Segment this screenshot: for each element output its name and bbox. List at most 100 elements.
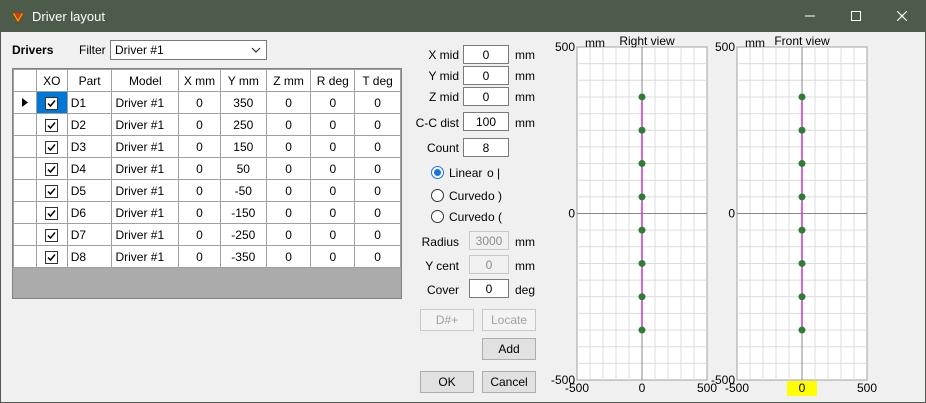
maximize-button[interactable]: [833, 1, 879, 32]
xo-checkbox[interactable]: [45, 96, 59, 110]
filter-dropdown[interactable]: Driver #1: [110, 40, 267, 60]
minimize-button[interactable]: [787, 1, 833, 32]
t-deg-cell[interactable]: 0: [354, 201, 401, 224]
column-header-model[interactable]: Model: [111, 69, 180, 92]
xo-checkbox[interactable]: [45, 184, 59, 198]
x-mm-cell[interactable]: 0: [178, 201, 221, 224]
xo-cell[interactable]: [35, 135, 68, 158]
xo-cell[interactable]: [35, 201, 68, 224]
column-header-x[interactable]: X mm: [178, 69, 221, 92]
z-mm-cell[interactable]: 0: [265, 179, 312, 202]
y-mm-cell[interactable]: 50: [219, 157, 267, 180]
table-row[interactable]: D6 Driver #1 0 -150 0 0 0: [13, 201, 401, 224]
xo-cell[interactable]: [35, 91, 68, 114]
x-mm-cell[interactable]: 0: [178, 157, 221, 180]
row-header[interactable]: [13, 245, 37, 268]
z-mm-cell[interactable]: 0: [265, 91, 312, 114]
r-deg-cell[interactable]: 0: [310, 201, 356, 224]
column-header-r[interactable]: R deg: [310, 69, 356, 92]
t-deg-cell[interactable]: 0: [354, 179, 401, 202]
row-header[interactable]: [13, 223, 37, 246]
row-header[interactable]: [13, 113, 37, 136]
xo-cell[interactable]: [35, 157, 68, 180]
xo-checkbox[interactable]: [45, 228, 59, 242]
y-mm-cell[interactable]: 150: [219, 135, 267, 158]
xo-cell[interactable]: [35, 113, 68, 136]
part-cell[interactable]: D4: [66, 157, 113, 180]
table-row[interactable]: D2 Driver #1 0 250 0 0 0: [13, 113, 401, 136]
close-button[interactable]: [879, 1, 925, 32]
x-mm-cell[interactable]: 0: [178, 91, 221, 114]
column-header-z[interactable]: Z mm: [265, 69, 312, 92]
table-row[interactable]: D4 Driver #1 0 50 0 0 0: [13, 157, 401, 180]
table-row[interactable]: D7 Driver #1 0 -250 0 0 0: [13, 223, 401, 246]
r-deg-cell[interactable]: 0: [310, 135, 356, 158]
cover-input[interactable]: 0: [469, 279, 509, 298]
x-mm-cell[interactable]: 0: [178, 179, 221, 202]
row-header[interactable]: [13, 91, 37, 114]
model-cell[interactable]: Driver #1: [111, 157, 180, 180]
radius-input[interactable]: 3000: [469, 231, 509, 250]
curved-convex-radio[interactable]: [431, 189, 444, 202]
part-cell[interactable]: D8: [66, 245, 113, 268]
row-header[interactable]: [13, 157, 37, 180]
z-mm-cell[interactable]: 0: [265, 245, 312, 268]
row-header[interactable]: [13, 201, 37, 224]
xo-checkbox[interactable]: [45, 206, 59, 220]
r-deg-cell[interactable]: 0: [310, 179, 356, 202]
r-deg-cell[interactable]: 0: [310, 223, 356, 246]
cancel-button[interactable]: Cancel: [482, 371, 536, 393]
x-mid-input[interactable]: 0: [463, 45, 509, 64]
part-cell[interactable]: D7: [66, 223, 113, 246]
table-row[interactable]: D8 Driver #1 0 -350 0 0 0: [13, 245, 401, 268]
model-cell[interactable]: Driver #1: [111, 223, 180, 246]
y-mm-cell[interactable]: 350: [219, 91, 267, 114]
y-mm-cell[interactable]: -150: [219, 201, 267, 224]
r-deg-cell[interactable]: 0: [310, 113, 356, 136]
z-mm-cell[interactable]: 0: [265, 223, 312, 246]
z-mm-cell[interactable]: 0: [265, 113, 312, 136]
xo-checkbox[interactable]: [45, 250, 59, 264]
column-header-part[interactable]: Part: [66, 69, 113, 92]
part-cell[interactable]: D5: [66, 179, 113, 202]
xo-cell[interactable]: [35, 245, 68, 268]
xo-cell[interactable]: [35, 179, 68, 202]
t-deg-cell[interactable]: 0: [354, 113, 401, 136]
xo-checkbox[interactable]: [45, 162, 59, 176]
locate-button[interactable]: Locate: [482, 309, 536, 331]
column-header-t[interactable]: T deg: [354, 69, 401, 92]
table-row[interactable]: D5 Driver #1 0 -50 0 0 0: [13, 179, 401, 202]
y-cent-input[interactable]: 0: [469, 255, 509, 274]
y-mid-input[interactable]: 0: [463, 66, 509, 85]
table-row[interactable]: D3 Driver #1 0 150 0 0 0: [13, 135, 401, 158]
x-mm-cell[interactable]: 0: [178, 245, 221, 268]
column-header-xo[interactable]: XO: [35, 69, 68, 92]
y-mm-cell[interactable]: 250: [219, 113, 267, 136]
t-deg-cell[interactable]: 0: [354, 223, 401, 246]
t-deg-cell[interactable]: 0: [354, 157, 401, 180]
xo-checkbox[interactable]: [45, 118, 59, 132]
z-mid-input[interactable]: 0: [463, 87, 509, 106]
linear-radio[interactable]: [431, 166, 444, 179]
model-cell[interactable]: Driver #1: [111, 179, 180, 202]
x-mm-cell[interactable]: 0: [178, 135, 221, 158]
part-cell[interactable]: D2: [66, 113, 113, 136]
driver-plus-button[interactable]: D#+: [420, 309, 474, 331]
r-deg-cell[interactable]: 0: [310, 157, 356, 180]
part-cell[interactable]: D1: [66, 91, 113, 114]
row-header[interactable]: [13, 135, 37, 158]
count-input[interactable]: 8: [463, 138, 509, 157]
z-mm-cell[interactable]: 0: [265, 135, 312, 158]
model-cell[interactable]: Driver #1: [111, 245, 180, 268]
x-mm-cell[interactable]: 0: [178, 113, 221, 136]
xo-cell[interactable]: [35, 223, 68, 246]
y-mm-cell[interactable]: -350: [219, 245, 267, 268]
cc-dist-input[interactable]: 100: [463, 112, 509, 131]
model-cell[interactable]: Driver #1: [111, 135, 180, 158]
y-mm-cell[interactable]: -250: [219, 223, 267, 246]
model-cell[interactable]: Driver #1: [111, 91, 180, 114]
column-header-y[interactable]: Y mm: [219, 69, 267, 92]
r-deg-cell[interactable]: 0: [310, 91, 356, 114]
z-mm-cell[interactable]: 0: [265, 157, 312, 180]
model-cell[interactable]: Driver #1: [111, 201, 180, 224]
